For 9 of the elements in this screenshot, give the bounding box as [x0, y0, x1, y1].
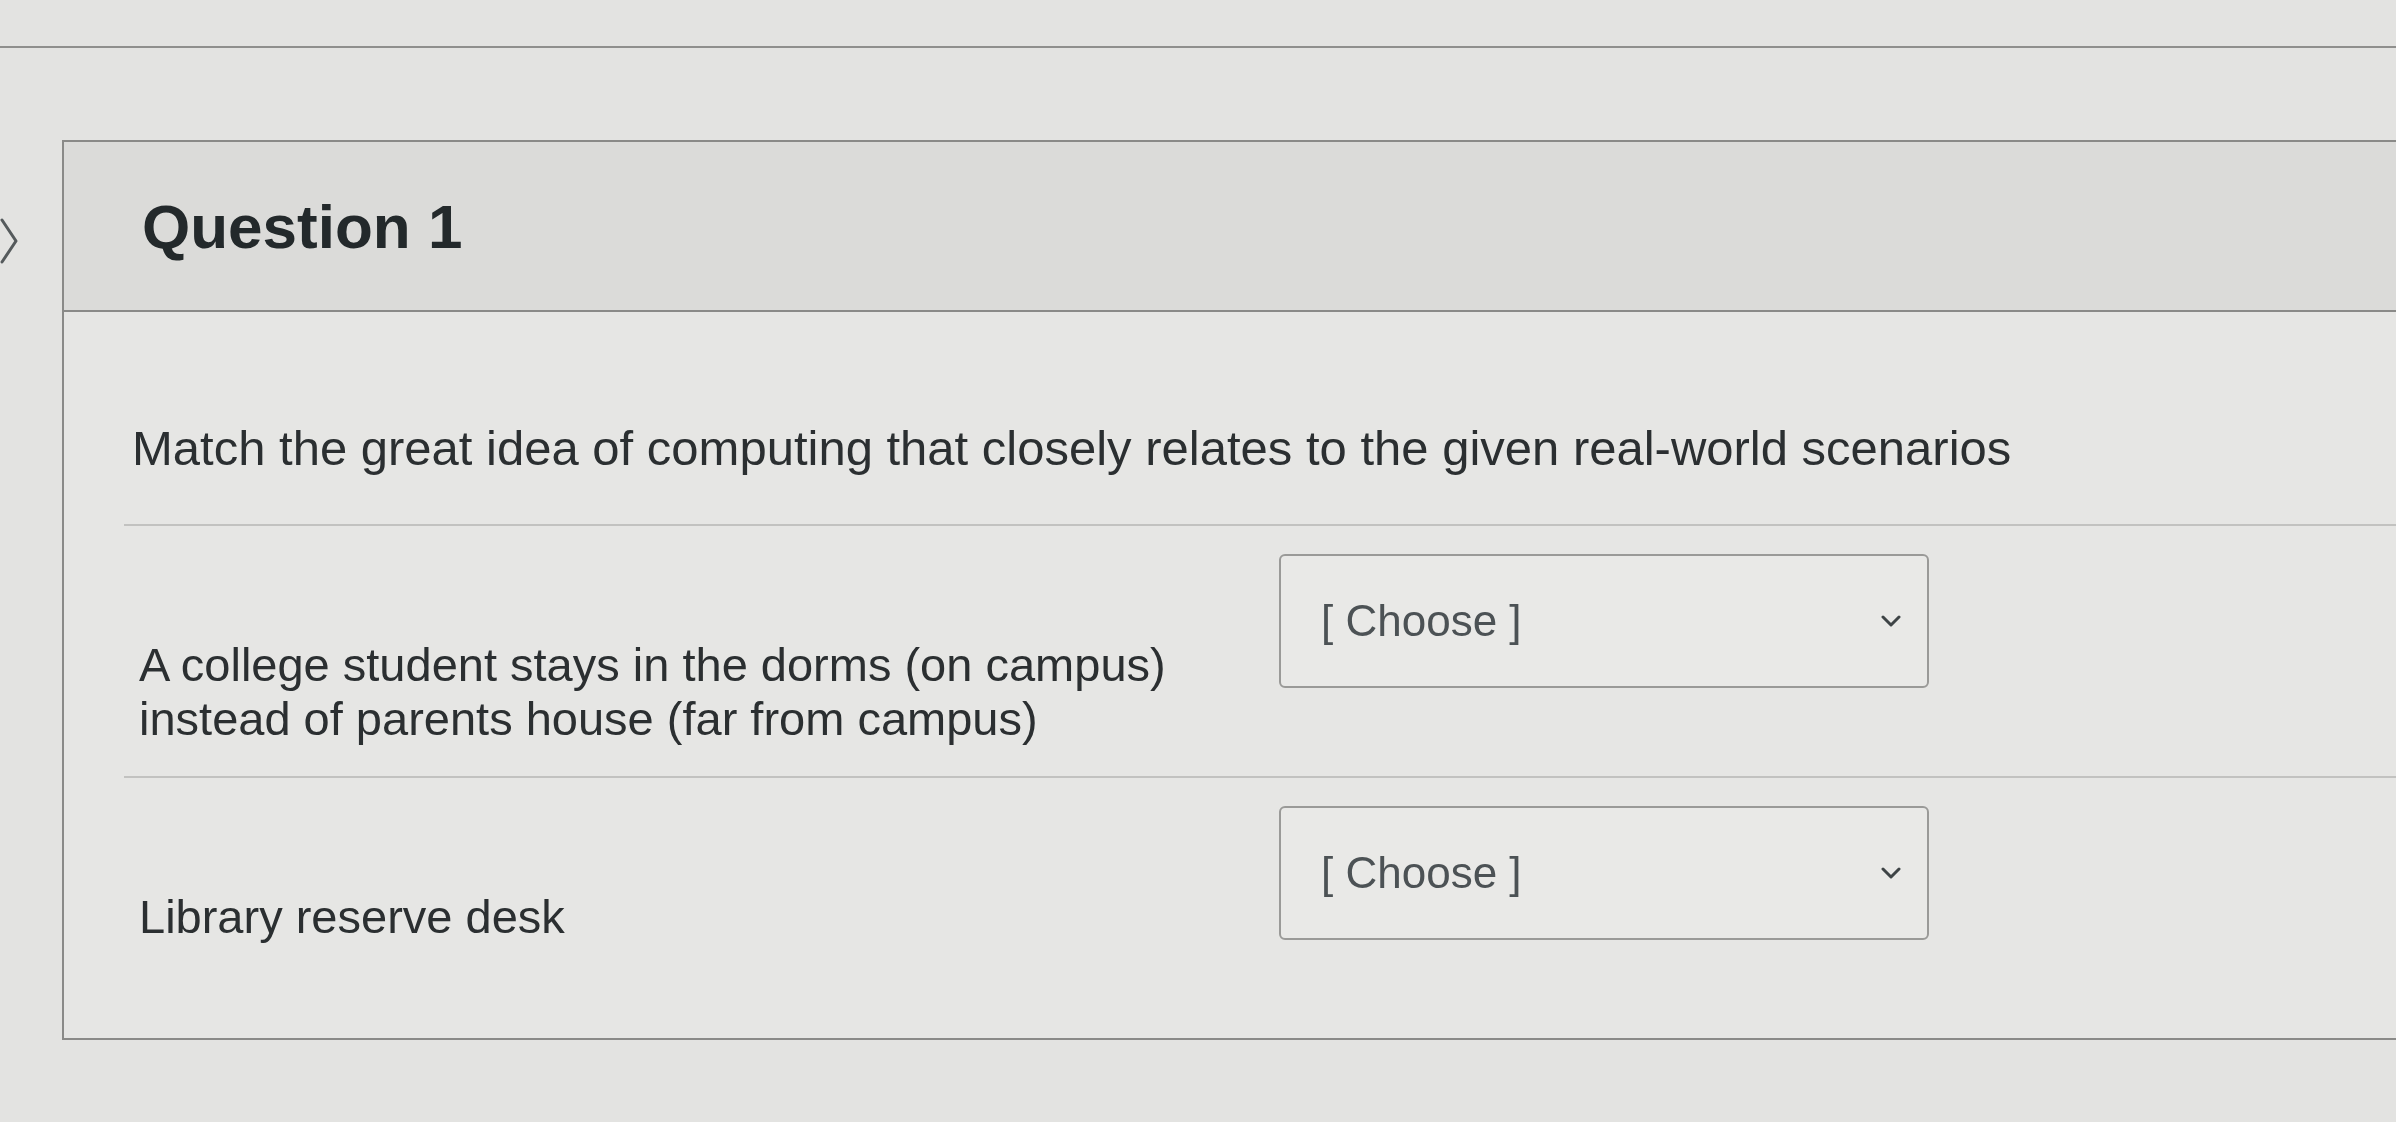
scenario-text: A college student stays in the dorms (on campus) instead of parents house (far from campus): [139, 638, 1167, 746]
answer-dropdown[interactable]: [ Choose ]: [1279, 806, 1929, 940]
question-title: Question 1: [142, 190, 463, 262]
scenario-text: Library reserve desk: [139, 890, 566, 944]
question-prompt: Match the great idea of computing that closely relates to the given real-world scenarios: [132, 420, 2012, 476]
chevron-down-icon: [1881, 615, 1901, 627]
chevron-down-icon: [1881, 867, 1901, 879]
chevron-right-icon[interactable]: [0, 218, 18, 264]
answer-dropdown[interactable]: [ Choose ]: [1279, 554, 1929, 688]
